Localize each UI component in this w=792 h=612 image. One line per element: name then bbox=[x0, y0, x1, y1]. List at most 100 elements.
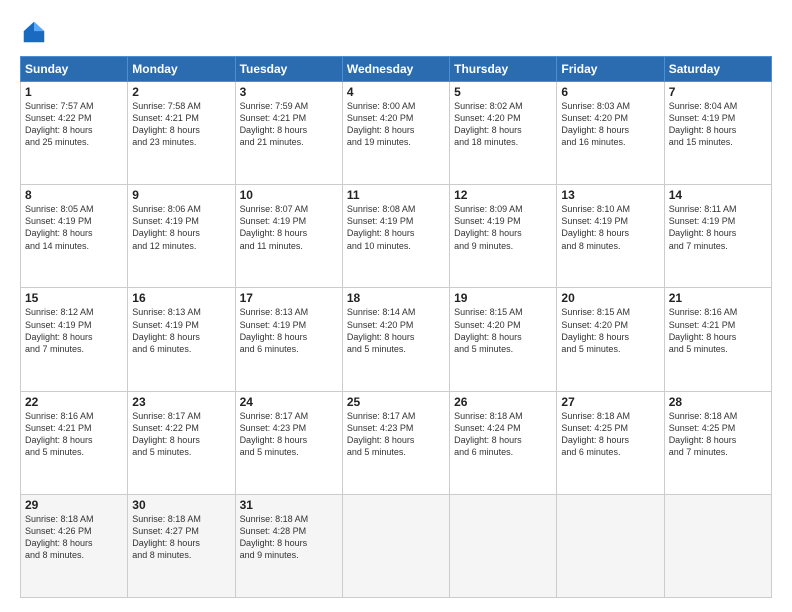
calendar-cell: 2Sunrise: 7:58 AMSunset: 4:21 PMDaylight… bbox=[128, 82, 235, 185]
calendar-cell: 8Sunrise: 8:05 AMSunset: 4:19 PMDaylight… bbox=[21, 185, 128, 288]
day-number: 20 bbox=[561, 291, 659, 305]
day-number: 8 bbox=[25, 188, 123, 202]
logo-icon bbox=[20, 18, 48, 46]
day-number: 3 bbox=[240, 85, 338, 99]
calendar-cell bbox=[557, 494, 664, 597]
day-info: Sunrise: 8:16 AMSunset: 4:21 PMDaylight:… bbox=[669, 306, 767, 355]
calendar-header-wednesday: Wednesday bbox=[342, 57, 449, 82]
day-info: Sunrise: 8:03 AMSunset: 4:20 PMDaylight:… bbox=[561, 100, 659, 149]
day-info: Sunrise: 8:18 AMSunset: 4:25 PMDaylight:… bbox=[561, 410, 659, 459]
calendar-cell: 15Sunrise: 8:12 AMSunset: 4:19 PMDayligh… bbox=[21, 288, 128, 391]
calendar-cell bbox=[450, 494, 557, 597]
day-info: Sunrise: 8:18 AMSunset: 4:26 PMDaylight:… bbox=[25, 513, 123, 562]
day-info: Sunrise: 7:57 AMSunset: 4:22 PMDaylight:… bbox=[25, 100, 123, 149]
calendar-cell: 19Sunrise: 8:15 AMSunset: 4:20 PMDayligh… bbox=[450, 288, 557, 391]
day-number: 13 bbox=[561, 188, 659, 202]
day-number: 26 bbox=[454, 395, 552, 409]
calendar-week-4: 22Sunrise: 8:16 AMSunset: 4:21 PMDayligh… bbox=[21, 391, 772, 494]
day-number: 28 bbox=[669, 395, 767, 409]
calendar-cell: 22Sunrise: 8:16 AMSunset: 4:21 PMDayligh… bbox=[21, 391, 128, 494]
calendar-header-thursday: Thursday bbox=[450, 57, 557, 82]
calendar-cell: 21Sunrise: 8:16 AMSunset: 4:21 PMDayligh… bbox=[664, 288, 771, 391]
page: SundayMondayTuesdayWednesdayThursdayFrid… bbox=[0, 0, 792, 612]
day-number: 4 bbox=[347, 85, 445, 99]
calendar-week-2: 8Sunrise: 8:05 AMSunset: 4:19 PMDaylight… bbox=[21, 185, 772, 288]
day-number: 27 bbox=[561, 395, 659, 409]
day-number: 1 bbox=[25, 85, 123, 99]
day-info: Sunrise: 8:18 AMSunset: 4:28 PMDaylight:… bbox=[240, 513, 338, 562]
day-info: Sunrise: 8:17 AMSunset: 4:22 PMDaylight:… bbox=[132, 410, 230, 459]
day-info: Sunrise: 8:17 AMSunset: 4:23 PMDaylight:… bbox=[240, 410, 338, 459]
calendar-cell: 23Sunrise: 8:17 AMSunset: 4:22 PMDayligh… bbox=[128, 391, 235, 494]
day-number: 21 bbox=[669, 291, 767, 305]
header bbox=[20, 18, 772, 46]
day-number: 29 bbox=[25, 498, 123, 512]
day-number: 12 bbox=[454, 188, 552, 202]
calendar-cell: 30Sunrise: 8:18 AMSunset: 4:27 PMDayligh… bbox=[128, 494, 235, 597]
day-info: Sunrise: 7:59 AMSunset: 4:21 PMDaylight:… bbox=[240, 100, 338, 149]
day-number: 15 bbox=[25, 291, 123, 305]
day-info: Sunrise: 8:09 AMSunset: 4:19 PMDaylight:… bbox=[454, 203, 552, 252]
day-info: Sunrise: 8:13 AMSunset: 4:19 PMDaylight:… bbox=[240, 306, 338, 355]
day-number: 9 bbox=[132, 188, 230, 202]
day-number: 5 bbox=[454, 85, 552, 99]
calendar-cell: 27Sunrise: 8:18 AMSunset: 4:25 PMDayligh… bbox=[557, 391, 664, 494]
calendar-cell: 17Sunrise: 8:13 AMSunset: 4:19 PMDayligh… bbox=[235, 288, 342, 391]
day-number: 30 bbox=[132, 498, 230, 512]
day-number: 16 bbox=[132, 291, 230, 305]
day-number: 14 bbox=[669, 188, 767, 202]
calendar-cell: 5Sunrise: 8:02 AMSunset: 4:20 PMDaylight… bbox=[450, 82, 557, 185]
calendar-cell: 29Sunrise: 8:18 AMSunset: 4:26 PMDayligh… bbox=[21, 494, 128, 597]
day-info: Sunrise: 8:07 AMSunset: 4:19 PMDaylight:… bbox=[240, 203, 338, 252]
day-number: 2 bbox=[132, 85, 230, 99]
calendar-table: SundayMondayTuesdayWednesdayThursdayFrid… bbox=[20, 56, 772, 598]
day-info: Sunrise: 8:14 AMSunset: 4:20 PMDaylight:… bbox=[347, 306, 445, 355]
calendar-cell: 13Sunrise: 8:10 AMSunset: 4:19 PMDayligh… bbox=[557, 185, 664, 288]
calendar-cell: 1Sunrise: 7:57 AMSunset: 4:22 PMDaylight… bbox=[21, 82, 128, 185]
calendar-cell: 14Sunrise: 8:11 AMSunset: 4:19 PMDayligh… bbox=[664, 185, 771, 288]
day-info: Sunrise: 8:18 AMSunset: 4:27 PMDaylight:… bbox=[132, 513, 230, 562]
calendar-header-friday: Friday bbox=[557, 57, 664, 82]
calendar-header-row: SundayMondayTuesdayWednesdayThursdayFrid… bbox=[21, 57, 772, 82]
day-number: 17 bbox=[240, 291, 338, 305]
calendar-cell: 31Sunrise: 8:18 AMSunset: 4:28 PMDayligh… bbox=[235, 494, 342, 597]
day-info: Sunrise: 8:02 AMSunset: 4:20 PMDaylight:… bbox=[454, 100, 552, 149]
day-info: Sunrise: 8:11 AMSunset: 4:19 PMDaylight:… bbox=[669, 203, 767, 252]
calendar-cell: 28Sunrise: 8:18 AMSunset: 4:25 PMDayligh… bbox=[664, 391, 771, 494]
calendar-cell: 11Sunrise: 8:08 AMSunset: 4:19 PMDayligh… bbox=[342, 185, 449, 288]
calendar-cell: 24Sunrise: 8:17 AMSunset: 4:23 PMDayligh… bbox=[235, 391, 342, 494]
day-info: Sunrise: 8:06 AMSunset: 4:19 PMDaylight:… bbox=[132, 203, 230, 252]
day-info: Sunrise: 8:18 AMSunset: 4:24 PMDaylight:… bbox=[454, 410, 552, 459]
day-info: Sunrise: 8:00 AMSunset: 4:20 PMDaylight:… bbox=[347, 100, 445, 149]
day-number: 11 bbox=[347, 188, 445, 202]
day-info: Sunrise: 8:05 AMSunset: 4:19 PMDaylight:… bbox=[25, 203, 123, 252]
calendar-header-sunday: Sunday bbox=[21, 57, 128, 82]
day-info: Sunrise: 8:12 AMSunset: 4:19 PMDaylight:… bbox=[25, 306, 123, 355]
day-info: Sunrise: 7:58 AMSunset: 4:21 PMDaylight:… bbox=[132, 100, 230, 149]
calendar-header-monday: Monday bbox=[128, 57, 235, 82]
day-info: Sunrise: 8:18 AMSunset: 4:25 PMDaylight:… bbox=[669, 410, 767, 459]
day-info: Sunrise: 8:15 AMSunset: 4:20 PMDaylight:… bbox=[454, 306, 552, 355]
calendar-week-5: 29Sunrise: 8:18 AMSunset: 4:26 PMDayligh… bbox=[21, 494, 772, 597]
calendar-week-1: 1Sunrise: 7:57 AMSunset: 4:22 PMDaylight… bbox=[21, 82, 772, 185]
calendar-cell: 10Sunrise: 8:07 AMSunset: 4:19 PMDayligh… bbox=[235, 185, 342, 288]
calendar-week-3: 15Sunrise: 8:12 AMSunset: 4:19 PMDayligh… bbox=[21, 288, 772, 391]
day-number: 7 bbox=[669, 85, 767, 99]
calendar-cell: 26Sunrise: 8:18 AMSunset: 4:24 PMDayligh… bbox=[450, 391, 557, 494]
day-number: 6 bbox=[561, 85, 659, 99]
calendar-cell bbox=[342, 494, 449, 597]
day-info: Sunrise: 8:10 AMSunset: 4:19 PMDaylight:… bbox=[561, 203, 659, 252]
day-info: Sunrise: 8:16 AMSunset: 4:21 PMDaylight:… bbox=[25, 410, 123, 459]
day-info: Sunrise: 8:15 AMSunset: 4:20 PMDaylight:… bbox=[561, 306, 659, 355]
day-number: 23 bbox=[132, 395, 230, 409]
calendar-cell: 9Sunrise: 8:06 AMSunset: 4:19 PMDaylight… bbox=[128, 185, 235, 288]
logo bbox=[20, 18, 52, 46]
calendar-cell: 6Sunrise: 8:03 AMSunset: 4:20 PMDaylight… bbox=[557, 82, 664, 185]
day-number: 24 bbox=[240, 395, 338, 409]
day-info: Sunrise: 8:08 AMSunset: 4:19 PMDaylight:… bbox=[347, 203, 445, 252]
calendar-cell: 12Sunrise: 8:09 AMSunset: 4:19 PMDayligh… bbox=[450, 185, 557, 288]
day-number: 19 bbox=[454, 291, 552, 305]
calendar-cell bbox=[664, 494, 771, 597]
day-number: 10 bbox=[240, 188, 338, 202]
calendar-cell: 20Sunrise: 8:15 AMSunset: 4:20 PMDayligh… bbox=[557, 288, 664, 391]
